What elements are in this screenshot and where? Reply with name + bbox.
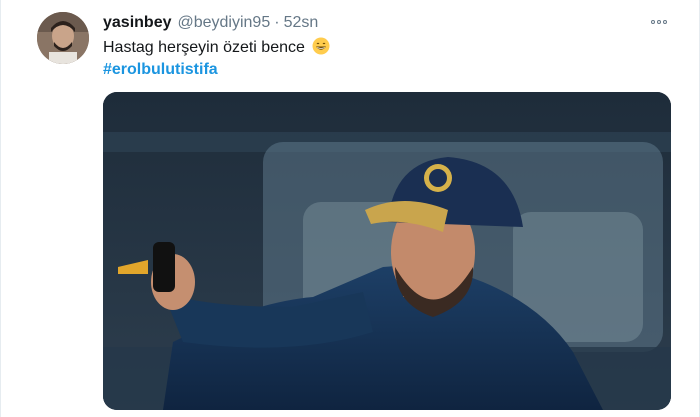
user-handle[interactable]: @beydiyin95 xyxy=(177,14,270,32)
tweet-card[interactable]: yasinbey @beydiyin95 · 52sn Hastag herşe… xyxy=(0,0,700,417)
tweet-text-content: Hastag herşeyin özeti bence xyxy=(103,39,305,56)
tweet-header: yasinbey @beydiyin95 · 52sn xyxy=(103,14,318,32)
avatar[interactable] xyxy=(37,12,89,64)
grinning-face-emoji xyxy=(312,37,330,55)
separator-dot: · xyxy=(274,14,280,31)
more-horizontal-icon[interactable] xyxy=(649,14,669,30)
avatar-image xyxy=(37,12,89,64)
coach-photo xyxy=(103,92,671,410)
display-name[interactable]: yasinbey xyxy=(103,14,171,32)
hashtag-link[interactable]: #erolbulutistifa xyxy=(103,61,218,79)
tweet-text: Hastag herşeyin özeti bence xyxy=(103,37,330,57)
tweet-media-image[interactable] xyxy=(103,92,671,410)
timestamp[interactable]: 52sn xyxy=(284,14,319,32)
